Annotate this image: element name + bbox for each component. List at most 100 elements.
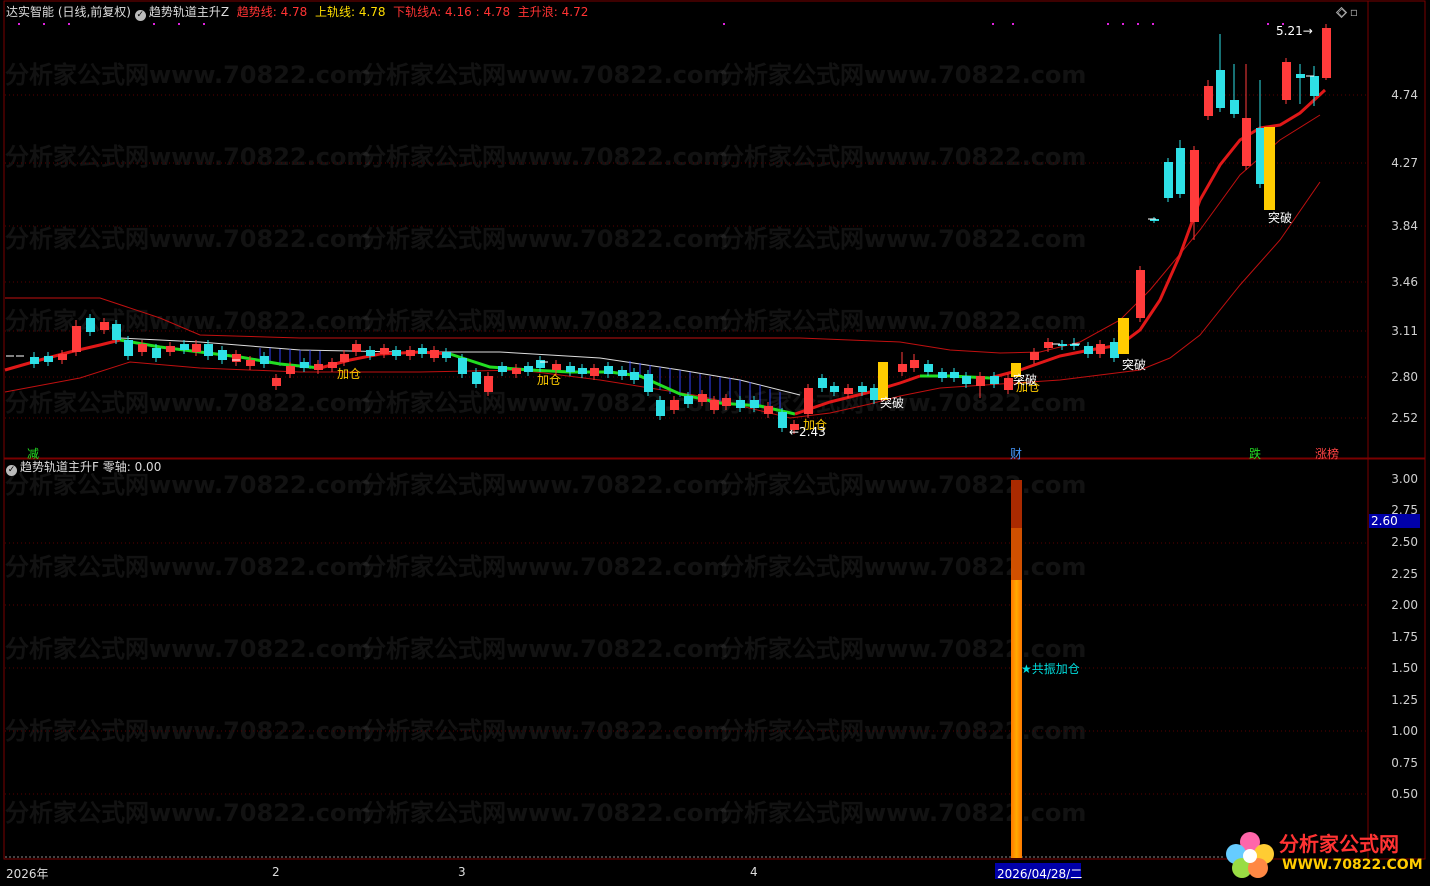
candle-body: [830, 386, 839, 392]
candle-body: [938, 372, 947, 378]
candle-body: [750, 400, 759, 408]
candle-body: [458, 358, 467, 374]
candle-body: [630, 372, 639, 380]
y-tick: 2.52: [1391, 411, 1418, 425]
sub-current-value: 2.60: [1371, 514, 1398, 528]
sub-y-tick: 1.00: [1391, 724, 1418, 738]
candle-body: [684, 396, 693, 404]
sub-grid: [5, 542, 1368, 795]
candle-body: [246, 360, 255, 366]
candle-body: [976, 376, 985, 386]
x-label-month: 3: [458, 865, 466, 879]
candle-body: [618, 370, 627, 376]
candle-body: [604, 366, 613, 374]
sub-header: ✓ 趋势轨道主升F 零轴: 0.00: [6, 460, 161, 476]
tupo-label: 突破: [1122, 358, 1147, 372]
candle-body: [578, 368, 587, 374]
upper-channel: [5, 114, 1321, 354]
candle-body: [512, 368, 521, 374]
y-tick: 3.84: [1391, 219, 1418, 233]
sub-panel-frame: [3, 458, 1426, 860]
sub-y-tick: 2.00: [1391, 598, 1418, 612]
x-label-year: 2026年: [6, 867, 49, 881]
candle-body: [328, 362, 337, 368]
candle-body: [1230, 100, 1239, 114]
candle-body: [1322, 28, 1331, 78]
candle-body: [112, 324, 121, 340]
header-bar: 达实智能 (日线,前复权) ✓ 趋势轨道主升Z 趋势线: 4.78 上轨线: 4.…: [6, 5, 588, 21]
x-label-month: 4: [750, 865, 758, 879]
candle-body: [962, 376, 971, 384]
candle-body: [1256, 128, 1265, 184]
candle-body: [858, 386, 867, 392]
candle-body: [272, 378, 281, 386]
candle-body: [1084, 346, 1093, 354]
jian-marker[interactable]: 减: [27, 445, 39, 462]
candle-body: [392, 350, 401, 356]
sub-indicator-name[interactable]: 趋势轨道主升F: [20, 460, 99, 474]
toggle-icon-sub[interactable]: ✓: [6, 465, 17, 476]
expand-icon[interactable]: ⬦ ▫: [1338, 5, 1358, 19]
x-label-month: 2: [272, 865, 280, 879]
site-logo: 分析家公式网 WWW.70822.COM: [1222, 828, 1423, 882]
jiacang-label: 加仓: [337, 367, 362, 381]
chart-canvas[interactable]: [0, 0, 1430, 886]
candle-body: [218, 350, 227, 360]
candle-body: [1030, 352, 1039, 360]
candle-body: [166, 346, 175, 352]
candle-body: [536, 360, 545, 368]
y-tick: 4.27: [1391, 156, 1418, 170]
toggle-icon[interactable]: ✓: [134, 10, 146, 21]
candle-body: [352, 344, 361, 352]
y-tick: 3.11: [1391, 324, 1418, 338]
candle-body: [764, 406, 773, 414]
candle-body: [44, 356, 53, 362]
candle-body: [204, 344, 213, 356]
candle-body: [1204, 86, 1213, 116]
candle-body: [710, 400, 719, 410]
tupo-label: 突破: [1013, 373, 1038, 387]
candle-body: [138, 344, 147, 352]
candle-body: [1296, 74, 1305, 78]
candle-body: [406, 350, 415, 356]
candle-body: [1004, 378, 1013, 390]
main-label: 主升浪:: [517, 5, 558, 19]
candle-body: [418, 348, 427, 354]
tupo-label: 突破: [1268, 211, 1293, 225]
die-marker[interactable]: 跌: [1249, 445, 1261, 462]
candle-body: [192, 344, 201, 352]
candle-body: [260, 356, 269, 364]
candle-body: [1164, 162, 1173, 198]
sub-y-tick: 0.75: [1391, 756, 1418, 770]
candle-body: [124, 340, 133, 356]
candle-body: [1044, 342, 1053, 348]
candle-body: [498, 366, 507, 372]
candle-body: [778, 412, 787, 428]
sub-y-tick: 0.50: [1391, 787, 1418, 801]
zero-label: 零轴:: [102, 460, 131, 474]
candle-body: [870, 388, 879, 400]
candle-body: [1110, 342, 1119, 358]
candle-body: [898, 364, 907, 372]
cai-marker[interactable]: 财: [1010, 445, 1022, 462]
indicator-name[interactable]: 趋势轨道主升Z: [149, 5, 229, 19]
stock-chart-app: 分析家公式网www.70822.com 分析家公式网www.70822.com 分析…: [0, 0, 1430, 886]
main-value: 4.72: [561, 5, 589, 19]
candle-body: [656, 400, 665, 416]
candle-body: [1096, 344, 1105, 354]
sub-y-tick: 1.25: [1391, 693, 1418, 707]
zhang-marker[interactable]: 涨榜: [1315, 445, 1339, 462]
candle-body: [58, 354, 67, 360]
stock-title[interactable]: 达实智能 (日线,前复权): [6, 5, 131, 19]
candle-body: [1282, 62, 1291, 100]
candle-body: [736, 400, 745, 408]
main-grid: [5, 94, 1368, 419]
gold-bars: [878, 127, 1275, 400]
candle-body: [1190, 150, 1199, 222]
y-tick: 2.80: [1391, 370, 1418, 384]
candle-body: [1242, 118, 1251, 166]
candle-body: [484, 376, 493, 392]
main-panel-frame: [3, 0, 1426, 459]
candle-body: [86, 318, 95, 332]
candle-body: [100, 322, 109, 330]
